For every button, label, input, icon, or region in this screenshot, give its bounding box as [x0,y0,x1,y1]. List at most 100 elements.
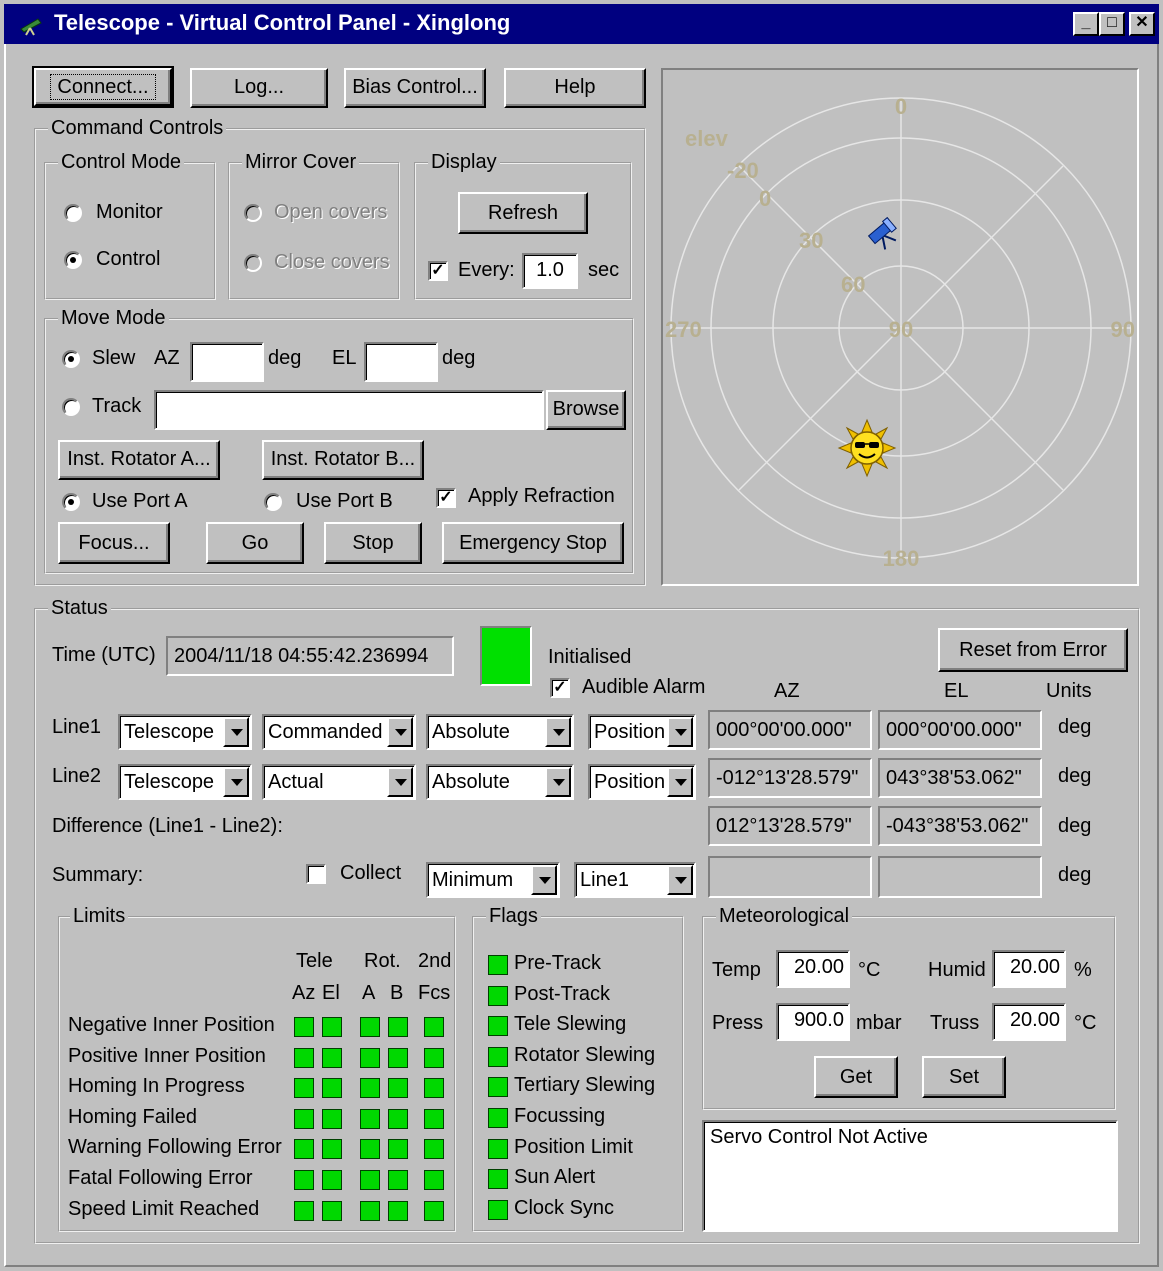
elev-0-label: 0 [759,186,771,211]
temp-unit: °C [858,959,881,981]
flag-label: Tele Slewing [514,1013,627,1036]
title-bar[interactable]: Telescope - Virtual Control Panel - Xing… [4,4,1159,44]
line2-source-select[interactable]: Telescope [118,764,252,800]
humid-input[interactable]: 20.00 [992,950,1066,988]
go-button[interactable]: Go [206,522,304,564]
press-input[interactable]: 900.0 [776,1003,850,1041]
track-file-input[interactable] [154,390,544,430]
line2-kind-value: Position [594,771,666,793]
el-label: EL [332,347,357,369]
reset-from-error-button[interactable]: Reset from Error [938,628,1128,672]
audible-alarm-checkbox[interactable]: ✓ [550,678,570,698]
track-radio[interactable] [62,398,80,416]
inst-rotator-b-button[interactable]: Inst. Rotator B... [262,440,424,480]
inst-rotator-a-button[interactable]: Inst. Rotator A... [58,440,220,480]
difference-label: Difference (Line1 - Line2): [52,815,283,837]
line2-kind-select[interactable]: Position [588,764,696,800]
temp-input[interactable]: 20.00 [776,950,850,988]
az-label: AZ [154,347,180,369]
telescope-position-icon [867,216,897,250]
limit-row-label: Warning Following Error [68,1136,282,1159]
log-button[interactable]: Log... [190,68,328,108]
line2-el-display: 043°38'53.062" [878,758,1042,798]
line1-reference-select[interactable]: Absolute [426,714,574,750]
sec-unit-label: sec [588,259,620,281]
limit-indicator-led [388,1047,408,1068]
rot-a-header: A [362,982,376,1004]
flags-label: Flags [486,905,541,928]
summary-stat-value: Minimum [432,869,514,891]
control-mode-label: Control Mode [58,151,185,174]
summary-line-select[interactable]: Line1 [574,862,696,898]
limit-indicator-led [322,1170,342,1190]
limits-label: Limits [70,905,129,928]
limit-indicator-led [360,1200,380,1221]
flag-indicator-led [488,1016,508,1037]
sky-plot[interactable]: 0 elev -20 0 30 60 90 270 90 180 [661,68,1139,586]
line1-reference-value: Absolute [432,721,510,743]
tele-el-header: El [322,982,340,1004]
close-button[interactable]: ✕ [1129,12,1155,36]
line1-source-select[interactable]: Telescope [118,714,252,750]
refresh-interval-input[interactable]: 1.0 [522,253,578,289]
open-covers-radio[interactable] [244,204,262,222]
line2-reference-select[interactable]: Absolute [426,764,574,800]
stop-button[interactable]: Stop [324,522,422,564]
apply-refraction-checkbox[interactable]: ✓ [436,488,456,508]
emergency-stop-button[interactable]: Emergency Stop [442,522,624,564]
get-meteo-button[interactable]: Get [814,1056,898,1098]
control-radio[interactable] [64,251,82,269]
use-port-b-label: Use Port B [296,490,393,512]
flag-indicator-led [488,955,508,975]
line2-mode-select[interactable]: Actual [262,764,416,800]
east-90-label: 90 [1111,317,1135,342]
slew-az-input[interactable] [190,342,264,382]
limit-row-label: Fatal Following Error [68,1167,253,1189]
maximize-button[interactable]: □ [1099,12,1125,36]
flag-indicator-led [488,985,508,1006]
slew-label: Slew [92,347,136,369]
close-covers-radio[interactable] [244,254,262,272]
limit-indicator-led [322,1047,342,1068]
set-meteo-button[interactable]: Set [922,1056,1006,1098]
minimize-button[interactable]: _ [1073,12,1099,36]
slew-radio[interactable] [62,350,80,368]
line1-kind-select[interactable]: Position [588,714,696,750]
second-focus-header: 2nd [418,950,452,972]
limit-indicator-led [360,1170,380,1190]
limit-indicator-led [322,1139,342,1160]
refresh-button[interactable]: Refresh [458,192,588,234]
use-port-a-radio[interactable] [62,493,80,511]
browse-button[interactable]: Browse [546,390,626,430]
every-checkbox[interactable]: ✓ [428,261,448,281]
truss-input[interactable]: 20.00 [992,1003,1066,1041]
flag-label: Position Limit [514,1135,633,1158]
limit-indicator-led [294,1108,314,1129]
connect-button[interactable]: Connect... [32,66,174,108]
line2-label: Line2 [52,765,101,787]
bias-control-button[interactable]: Bias Control... [344,68,486,108]
dropdown-arrow-icon [667,717,693,747]
use-port-b-radio[interactable] [264,493,282,511]
dropdown-arrow-icon [531,865,557,895]
line1-mode-select[interactable]: Commanded [262,714,416,750]
flag-label: Rotator Slewing [514,1043,656,1066]
servo-message-box[interactable]: Servo Control Not Active [702,1120,1118,1232]
flag-indicator-led [488,1138,508,1159]
collect-checkbox[interactable] [306,864,326,884]
dropdown-arrow-icon [545,767,571,797]
track-label: Track [92,395,142,417]
difference-az-display: 012°13'28.579" [708,806,872,846]
slew-el-input[interactable] [364,342,438,382]
line1-source-value: Telescope [124,721,215,743]
focus-button[interactable]: Focus... [58,522,170,564]
help-button[interactable]: Help [504,68,646,108]
summary-stat-select[interactable]: Minimum [426,862,560,898]
move-mode-label: Move Mode [58,307,169,330]
audible-alarm-label: Audible Alarm [582,676,706,698]
limit-indicator-led [322,1200,342,1221]
monitor-radio[interactable] [64,204,82,222]
limit-indicator-led [294,1139,314,1160]
limit-indicator-led [294,1078,314,1099]
difference-el-display: -043°38'53.062" [878,806,1042,846]
